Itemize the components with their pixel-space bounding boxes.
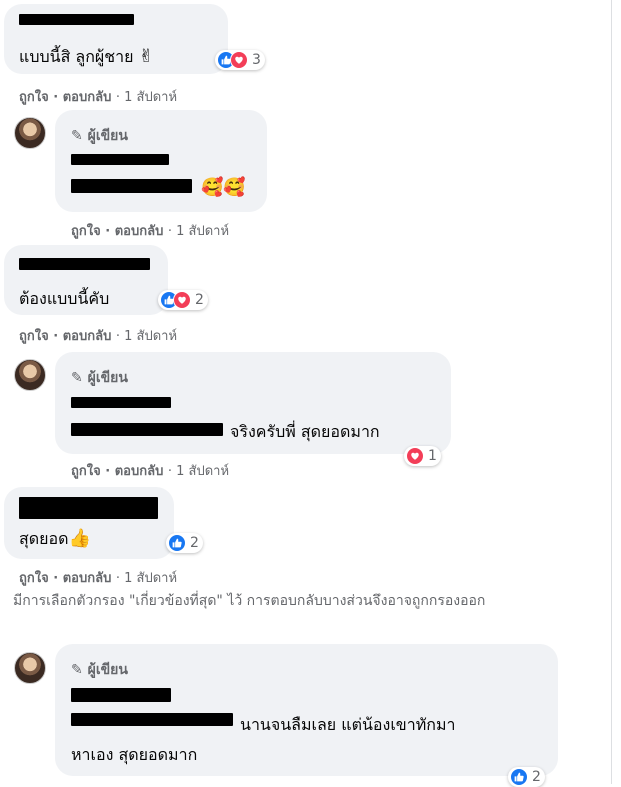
love-icon — [406, 447, 424, 465]
author-badge: ✎ ผู้เขียน — [71, 370, 128, 386]
love-icon — [230, 51, 248, 69]
redacted-author-name — [71, 688, 171, 702]
comment-text: จริงครับพี่ สุดยอดมาก — [230, 422, 380, 441]
like-link[interactable]: ถูกใจ — [19, 571, 49, 586]
timestamp[interactable]: 1 สัปดาห์ — [176, 464, 229, 479]
redacted-mention — [71, 713, 233, 726]
like-icon — [168, 534, 186, 552]
comment-text: แบบนี้สิ ลูกผู้ชาย ✌ — [19, 46, 154, 67]
timestamp[interactable]: 1 สัปดาห์ — [124, 571, 177, 586]
reaction-count: 2 — [532, 769, 541, 785]
like-link[interactable]: ถูกใจ — [71, 464, 101, 479]
author-badge: ✎ ผู้เขียน — [71, 128, 128, 144]
filter-notice: มีการเลือกตัวกรอง "เกี่ยวข้องที่สุด" ไว้… — [13, 593, 486, 609]
comment-emoji: 🥰🥰 — [201, 177, 246, 198]
comment-actions: ถูกใจ · ตอบกลับ · 1 สัปดาห์ — [71, 224, 230, 239]
like-link[interactable]: ถูกใจ — [19, 90, 49, 105]
avatar[interactable] — [14, 652, 46, 684]
timestamp[interactable]: 1 สัปดาห์ — [124, 90, 177, 105]
reaction-count: 2 — [190, 535, 199, 551]
redacted-author-name — [19, 497, 158, 519]
reaction-summary[interactable]: 1 — [404, 446, 441, 466]
redacted-author-name — [19, 258, 150, 270]
reaction-summary[interactable]: 2 — [508, 767, 545, 787]
like-link[interactable]: ถูกใจ — [71, 224, 101, 239]
pencil-icon: ✎ — [71, 370, 83, 386]
like-link[interactable]: ถูกใจ — [19, 329, 49, 344]
reaction-count: 2 — [195, 292, 204, 308]
reply-link[interactable]: ตอบกลับ — [115, 464, 164, 479]
author-badge: ✎ ผู้เขียน — [71, 662, 128, 678]
pencil-icon: ✎ — [71, 128, 83, 144]
comment-actions: ถูกใจ · ตอบกลับ · 1 สัปดาห์ — [71, 464, 230, 479]
comment-text: ต้องแบบนี้คับ — [19, 289, 110, 308]
like-icon — [510, 768, 528, 786]
redacted-mention — [71, 423, 223, 436]
comment-actions: ถูกใจ · ตอบกลับ · 1 สัปดาห์ — [19, 329, 178, 344]
reaction-summary[interactable]: 2 — [158, 290, 208, 310]
comment-text-line2: หาเอง สุดยอดมาก — [71, 745, 198, 764]
avatar[interactable] — [14, 359, 46, 391]
reply-link[interactable]: ตอบกลับ — [63, 90, 112, 105]
pencil-icon: ✎ — [71, 662, 83, 678]
comment-text-line1: นานจนลืมเลย แต่น้องเขาทักมา — [240, 715, 456, 734]
redacted-author-name — [71, 397, 171, 408]
reply-link[interactable]: ตอบกลับ — [63, 329, 112, 344]
comment-actions: ถูกใจ · ตอบกลับ · 1 สัปดาห์ — [19, 90, 178, 105]
comment-actions: ถูกใจ · ตอบกลับ · 1 สัปดาห์ — [19, 571, 178, 586]
comment-text: สุดยอด👍 — [19, 528, 91, 549]
avatar[interactable] — [14, 117, 46, 149]
reaction-count: 3 — [252, 52, 261, 68]
reaction-count: 1 — [428, 448, 437, 464]
redacted-author-name — [71, 154, 169, 165]
timestamp[interactable]: 1 สัปดาห์ — [176, 224, 229, 239]
love-icon — [173, 291, 191, 309]
victory-hand-emoji: ✌ — [138, 46, 154, 67]
redacted-author-name — [19, 14, 134, 25]
reply-link[interactable]: ตอบกลับ — [63, 571, 112, 586]
reaction-summary[interactable]: 3 — [215, 50, 265, 70]
reply-link[interactable]: ตอบกลับ — [115, 224, 164, 239]
thumbs-up-emoji: 👍 — [68, 528, 91, 549]
scrollbar-divider — [611, 0, 612, 784]
reaction-summary[interactable]: 2 — [166, 533, 203, 553]
redacted-mention — [71, 179, 192, 193]
timestamp[interactable]: 1 สัปดาห์ — [124, 329, 177, 344]
